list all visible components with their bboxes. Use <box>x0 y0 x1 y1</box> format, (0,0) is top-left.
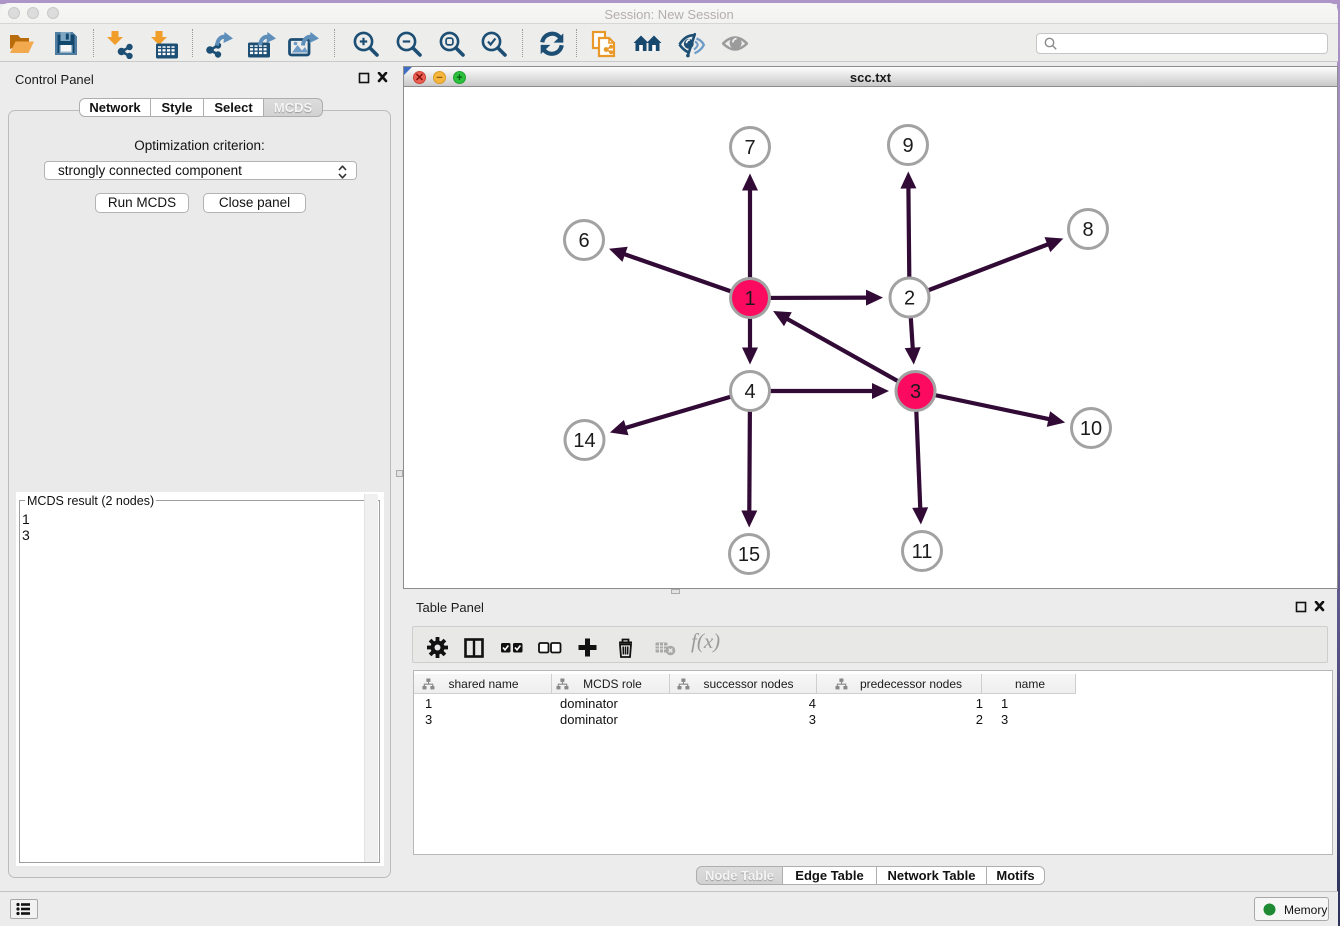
svg-text:14: 14 <box>573 430 595 452</box>
svg-text:3: 3 <box>910 381 921 403</box>
svg-text:7: 7 <box>744 137 755 159</box>
svg-text:9: 9 <box>902 135 913 157</box>
svg-text:4: 4 <box>744 381 755 403</box>
svg-text:11: 11 <box>912 541 933 563</box>
svg-text:1: 1 <box>744 288 755 310</box>
svg-text:2: 2 <box>904 288 915 310</box>
svg-text:15: 15 <box>738 544 760 566</box>
svg-text:8: 8 <box>1082 219 1093 241</box>
svg-text:10: 10 <box>1080 418 1102 440</box>
svg-text:6: 6 <box>578 230 589 252</box>
